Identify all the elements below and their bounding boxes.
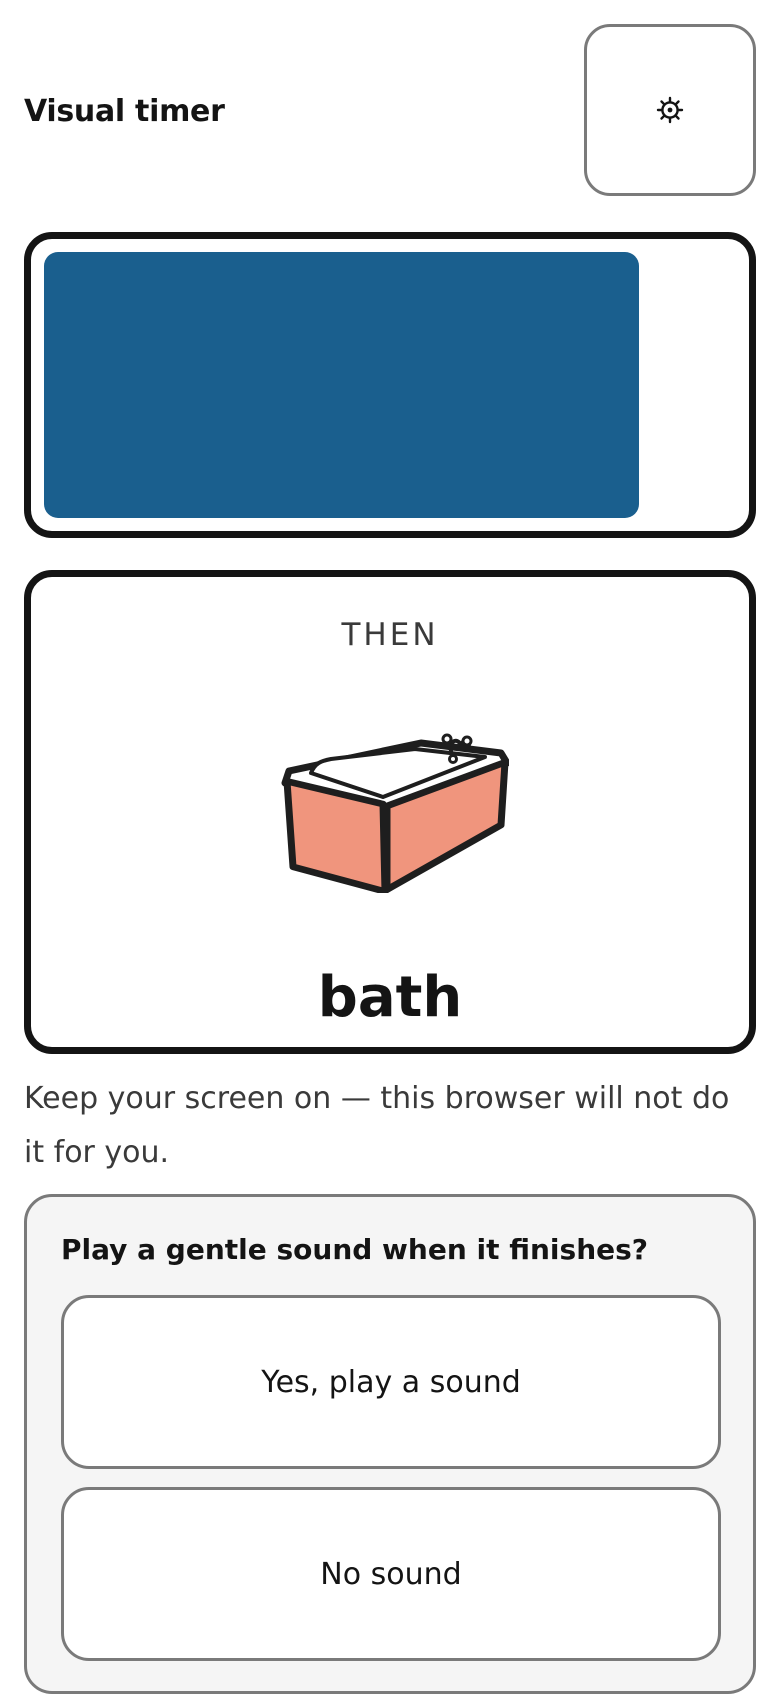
timer-remaining-fill (44, 252, 640, 518)
timer-bar (24, 232, 756, 538)
screen-on-note: Keep your screen on — this browser will … (24, 1081, 730, 1170)
header: Visual timer (24, 24, 756, 200)
play-sound-label: Yes, play a sound (261, 1364, 521, 1400)
activity-label: bath (317, 965, 463, 1030)
settings-button[interactable] (584, 24, 756, 196)
app-title: Visual timer (24, 94, 225, 129)
no-sound-label: No sound (320, 1556, 462, 1592)
sound-prompt-panel: Play a gentle sound when it finishes? Ye… (24, 1194, 756, 1694)
then-label: THEN (341, 617, 439, 653)
bath-icon (281, 733, 509, 893)
play-sound-button[interactable]: Yes, play a sound (61, 1295, 721, 1469)
no-sound-button[interactable]: No sound (61, 1487, 721, 1661)
timer-track (44, 252, 736, 518)
gear-icon (656, 96, 684, 124)
then-card: THEN bath (24, 570, 756, 1054)
sound-question: Play a gentle sound when it finishes? (61, 1233, 649, 1266)
